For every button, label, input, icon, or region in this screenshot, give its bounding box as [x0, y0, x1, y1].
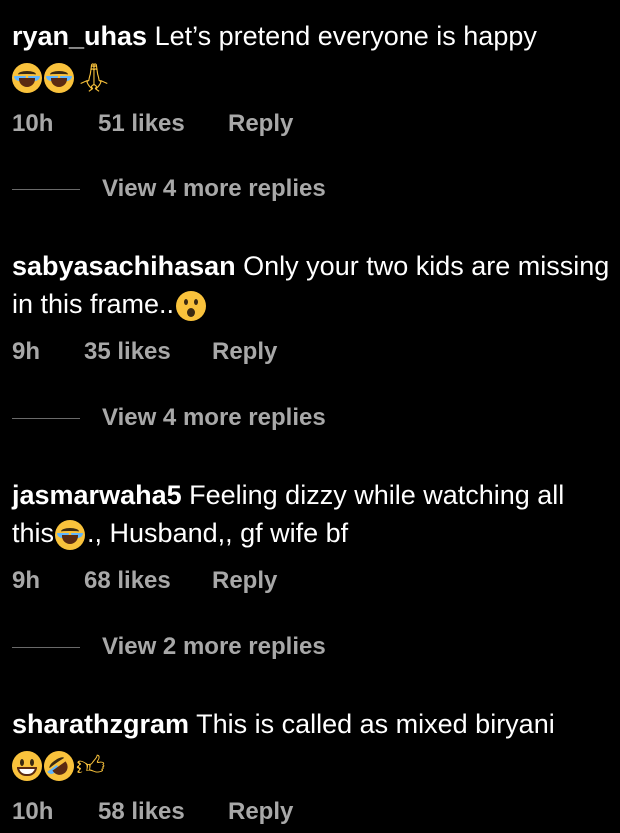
comment-timestamp: 9h [12, 338, 41, 365]
emoji-row: 🙏︎ [12, 57, 112, 95]
comment-text: ., Husband,, gf wife bf [87, 518, 349, 548]
view-more-replies-button[interactable]: View 4 more replies [12, 403, 326, 433]
comment-meta: 9h 35 likes Reply [12, 337, 612, 367]
comment-body: sabyasachihasan Only your two kids are m… [12, 247, 612, 323]
comment-username[interactable]: sabyasachihasan [12, 251, 236, 281]
reply-button[interactable]: Reply [212, 567, 277, 595]
divider-line [12, 646, 80, 648]
comment-body: jasmarwaha5 Feeling dizzy while watching… [12, 476, 612, 552]
comment-meta: 10h 58 likes Reply [12, 797, 612, 827]
comment-timestamp: 10h [12, 797, 54, 825]
comment-body: sharathzgram This is called as mixed bir… [12, 705, 612, 787]
reply-button[interactable]: Reply [228, 798, 293, 826]
comment-item: sharathzgram This is called as mixed bir… [12, 705, 612, 827]
comment-text: This is called as mixed biryani [196, 709, 555, 739]
comment-likes[interactable]: 35 likes [84, 338, 212, 366]
comment-timestamp: 10h [12, 109, 54, 137]
emoji-row: 👍︎ [12, 744, 106, 787]
comment-text: Let’s pretend everyone is happy [154, 21, 537, 51]
view-more-replies-button[interactable]: View 2 more replies [12, 632, 326, 662]
laughing-emoji-icon [44, 62, 74, 93]
thumbs-up-emoji-icon: 👍︎ [76, 748, 106, 782]
comment-item: jasmarwaha5 Feeling dizzy while watching… [12, 476, 612, 596]
view-more-replies-button[interactable]: View 4 more replies [12, 174, 326, 204]
grinning-emoji-icon [12, 750, 42, 781]
surprised-emoji-icon [176, 290, 207, 321]
reply-button[interactable]: Reply [228, 110, 293, 138]
comment-item: sabyasachihasan Only your two kids are m… [12, 247, 612, 367]
comment-username[interactable]: jasmarwaha5 [12, 480, 182, 510]
divider-line [12, 188, 80, 190]
rolling-laughing-emoji-icon [38, 744, 80, 787]
view-more-replies-label: View 4 more replies [102, 175, 326, 202]
comment-meta: 10h 51 likes Reply [12, 109, 612, 139]
comment-likes[interactable]: 68 likes [84, 567, 212, 595]
comment-username[interactable]: sharathzgram [12, 709, 189, 739]
folded-hands-emoji-icon: 🙏︎ [76, 60, 112, 94]
comment-likes[interactable]: 58 likes [98, 798, 228, 826]
view-more-replies-label: View 2 more replies [102, 633, 326, 660]
laughing-emoji-icon [55, 519, 86, 550]
comment-body: ryan_uhas Let’s pretend everyone is happ… [12, 17, 612, 95]
comment-meta: 9h 68 likes Reply [12, 566, 612, 596]
comment-item: ryan_uhas Let’s pretend everyone is happ… [12, 17, 612, 139]
laughing-emoji-icon [12, 62, 42, 93]
comment-likes[interactable]: 51 likes [98, 110, 228, 138]
comment-timestamp: 9h [12, 567, 41, 594]
divider-line [12, 417, 80, 419]
reply-button[interactable]: Reply [212, 338, 277, 366]
comment-username[interactable]: ryan_uhas [12, 21, 147, 51]
view-more-replies-label: View 4 more replies [102, 404, 326, 431]
